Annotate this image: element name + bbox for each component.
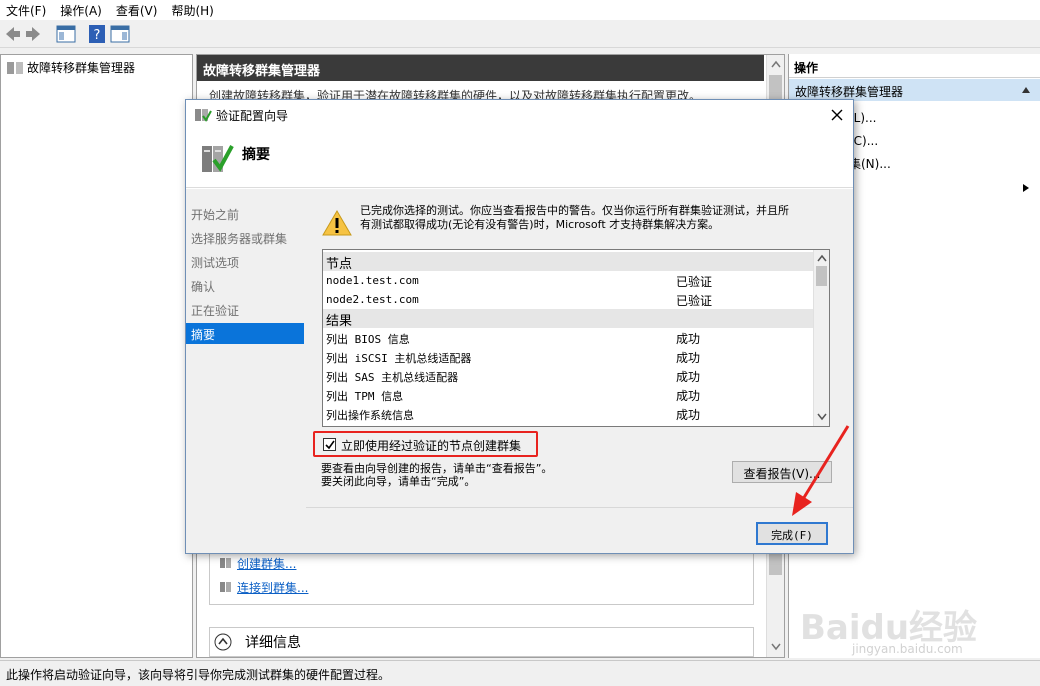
checkbox-label[interactable]: 立即使用经过验证的节点创建群集: [341, 437, 521, 454]
actions-section[interactable]: 故障转移群集管理器: [789, 79, 1040, 101]
svg-text:?: ?: [94, 28, 101, 43]
list-scrollbar[interactable]: [813, 250, 829, 426]
menu-bar: 文件(F) 操作(A) 查看(V) 帮助(H): [0, 0, 1040, 20]
list-group-nodes: 节点: [323, 252, 813, 272]
actions-header: 操作: [789, 54, 1040, 78]
step-select-servers: 选择服务器或群集: [191, 232, 288, 246]
finish-button[interactable]: 完成(F): [756, 522, 828, 545]
list-scroll-thumb[interactable]: [816, 266, 827, 286]
connect-cluster-icon: [220, 582, 231, 592]
warning-icon: [322, 210, 352, 236]
dialog-titlebar: 验证配置向导: [186, 100, 853, 130]
list-item[interactable]: 列出 TPM 信息 成功: [323, 385, 813, 404]
status-bar: 此操作将启动验证向导，该向导将引导你完成测试群集的硬件配置过程。: [0, 660, 1040, 686]
dialog-title: 验证配置向导: [216, 109, 289, 123]
list-group-results: 结果: [323, 309, 813, 329]
dialog-body: 已完成你选择的测试。你应当查看报告中的警告。仅当你运行所有群集验证测试，并且所 …: [306, 189, 853, 553]
scroll-up-icon[interactable]: [771, 60, 781, 68]
dialog-header: 摘要: [186, 130, 853, 188]
collapse-up-icon[interactable]: [214, 633, 232, 651]
annotation-arrow: [792, 425, 850, 516]
show-action-pane-icon[interactable]: [110, 24, 130, 44]
center-header: 故障转移群集管理器: [197, 55, 764, 81]
step-title: 摘要: [242, 147, 270, 163]
section-collapse-icon[interactable]: [1021, 86, 1031, 94]
tree-root-item[interactable]: 故障转移群集管理器: [27, 59, 135, 76]
cluster-manager-icon: [7, 62, 23, 74]
close-icon[interactable]: [830, 108, 844, 122]
create-cluster-link[interactable]: 创建群集...: [237, 555, 296, 572]
report-hint-1: 要查看由向导创建的报告，请单击“查看报告”。: [321, 462, 553, 475]
create-cluster-icon: [220, 558, 231, 568]
watermark-url: jingyan.baidu.com: [852, 642, 963, 656]
warning-line-2: 有测试都取得成功(无论有没有警告)时，Microsoft 才支持群集解决方案。: [360, 218, 720, 231]
scroll-down-icon[interactable]: [771, 643, 781, 651]
list-scroll-up-icon[interactable]: [817, 254, 827, 262]
list-item[interactable]: node1.test.com 已验证: [323, 271, 813, 290]
list-item[interactable]: 列出 iSCSI 主机总线适配器 成功: [323, 347, 813, 366]
list-item[interactable]: 列出操作系统信息 成功: [323, 404, 813, 423]
summary-check-icon: [202, 145, 234, 172]
help-icon[interactable]: ?: [88, 24, 106, 44]
toolbar: ?: [0, 20, 1040, 48]
validate-config-wizard: 验证配置向导 摘要 开始之前 选择服务器或群集 测试选项 确认 正在验证 摘要 …: [185, 99, 854, 554]
step-test-options: 测试选项: [191, 256, 240, 270]
forward-arrow-icon[interactable]: [24, 24, 42, 44]
menu-action[interactable]: 操作(A): [60, 2, 102, 19]
list-item[interactable]: 列出 BIOS 信息 成功: [323, 328, 813, 347]
submenu-arrow-icon: [1023, 184, 1029, 192]
report-hint-2: 要关闭此向导，请单击“完成”。: [321, 475, 476, 488]
step-confirmation: 确认: [191, 280, 216, 294]
back-arrow-icon[interactable]: [4, 24, 22, 44]
results-list[interactable]: 节点 node1.test.com 已验证 node2.test.com 已验证 结…: [322, 249, 830, 427]
list-item[interactable]: 列出 SAS 主机总线适配器 成功: [323, 366, 813, 385]
step-validating: 正在验证: [191, 304, 240, 318]
step-summary: 摘要: [186, 323, 304, 344]
step-before-you-begin: 开始之前: [191, 208, 240, 222]
wizard-app-icon: [195, 109, 212, 122]
tree-pane: 故障转移群集管理器: [0, 54, 193, 658]
warning-line-1: 已完成你选择的测试。你应当查看报告中的警告。仅当你运行所有群集验证测试，并且所: [360, 204, 789, 217]
menu-view[interactable]: 查看(V): [116, 2, 158, 19]
footer-divider: [306, 507, 853, 508]
details-label: 详细信息: [245, 635, 301, 651]
connect-cluster-link[interactable]: 连接到群集...: [237, 579, 308, 596]
checkmark-icon: [325, 440, 335, 450]
menu-help[interactable]: 帮助(H): [171, 2, 213, 19]
wizard-steps: 开始之前 选择服务器或群集 测试选项 确认 正在验证 摘要: [186, 189, 306, 553]
report-hint: 要查看由向导创建的报告，请单击“查看报告”。 要关闭此向导，请单击“完成”。: [321, 462, 552, 488]
warning-text: 已完成你选择的测试。你应当查看报告中的警告。仅当你运行所有群集验证测试，并且所 …: [360, 204, 840, 232]
menu-file[interactable]: 文件(F): [6, 2, 46, 19]
show-tree-icon[interactable]: [56, 24, 76, 44]
list-item[interactable]: node2.test.com 已验证: [323, 290, 813, 309]
create-cluster-checkbox[interactable]: [323, 438, 336, 451]
